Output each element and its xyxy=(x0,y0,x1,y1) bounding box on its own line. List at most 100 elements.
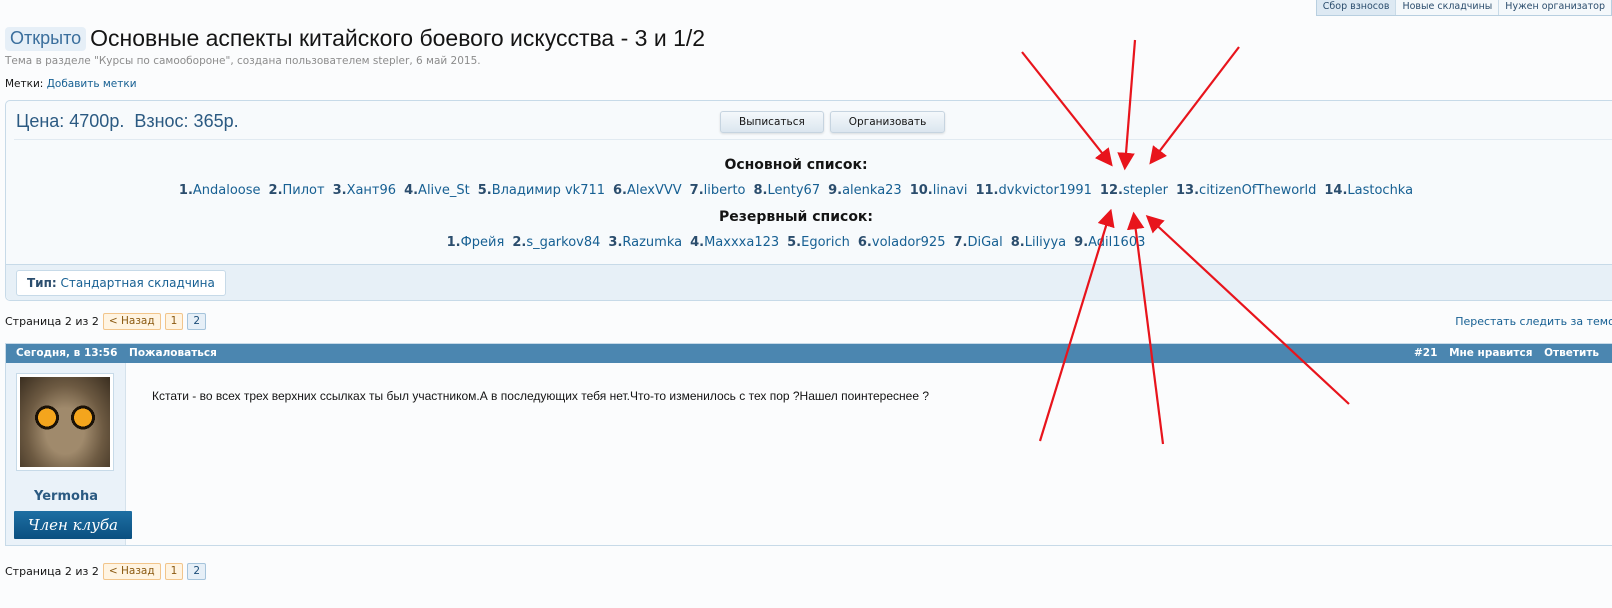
reserve-member-link[interactable]: Maxxxa123 xyxy=(704,235,779,250)
page-title: Основные аспекты китайского боевого иску… xyxy=(90,25,706,51)
thread-meta: Тема в разделе "Курсы по самообороне", с… xyxy=(5,55,481,67)
main-member-link[interactable]: Владимир vk711 xyxy=(492,183,605,198)
avatar[interactable] xyxy=(16,373,114,471)
type-value[interactable]: Стандартная складчина xyxy=(61,276,215,290)
username[interactable]: Yermoha xyxy=(6,489,126,504)
main-member-number: 2. xyxy=(268,183,283,198)
page-2-button-bottom[interactable]: 2 xyxy=(187,563,206,580)
post-date[interactable]: Сегодня, в 13:56 xyxy=(16,347,117,359)
owl-avatar-image xyxy=(20,377,110,467)
reserve-member: 2.s_garkov84 xyxy=(512,235,600,250)
reserve-member-number: 6. xyxy=(857,235,872,250)
main-member-link[interactable]: AlexVVV xyxy=(627,183,682,198)
reserve-member-link[interactable]: s_garkov84 xyxy=(526,235,600,250)
main-member: 12.stepler xyxy=(1100,183,1168,198)
main-member: 9.alenka23 xyxy=(828,183,902,198)
page-1-button-bottom[interactable]: 1 xyxy=(164,563,184,580)
reserve-member-number: 1. xyxy=(446,235,461,250)
main-member-link[interactable]: citizenOfTheworld xyxy=(1199,183,1316,198)
reserve-member-number: 3. xyxy=(608,235,623,250)
reply-link[interactable]: Ответить xyxy=(1544,347,1599,359)
main-member-link[interactable]: Andaloose xyxy=(193,183,261,198)
organize-button[interactable]: Организовать xyxy=(829,111,946,133)
main-member: 11.dvkvictor1991 xyxy=(975,183,1091,198)
status-prefix[interactable]: Открыто xyxy=(5,26,87,51)
main-member-number: 13. xyxy=(1176,183,1200,198)
reserve-member-number: 9. xyxy=(1074,235,1089,250)
main-member-link[interactable]: dvkvictor1991 xyxy=(999,183,1092,198)
main-member-number: 12. xyxy=(1099,183,1123,198)
main-member: 1.Andaloose xyxy=(179,183,261,198)
main-member-link[interactable]: linavi xyxy=(933,183,968,198)
reserve-member-link[interactable]: Adil1603 xyxy=(1088,235,1145,250)
prev-page-button[interactable]: < Назад xyxy=(102,313,161,330)
reserve-member-link[interactable]: DiGal xyxy=(967,235,1002,250)
user-pane: Yermoha Член клуба xyxy=(6,363,132,545)
reserve-member-number: 5. xyxy=(787,235,802,250)
thread-title-row: Открыто Основные аспекты китайского боев… xyxy=(5,25,705,52)
main-member-link[interactable]: Lastochka xyxy=(1347,183,1413,198)
reserve-member: 9.Adil1603 xyxy=(1074,235,1145,250)
main-member-number: 6. xyxy=(613,183,627,198)
post-header-bar: Сегодня, в 13:56 Пожаловаться #21 Мне нр… xyxy=(6,344,1612,363)
main-member: 2.Пилот xyxy=(269,183,325,198)
post-number[interactable]: #21 xyxy=(1414,347,1437,359)
type-label: Тип: xyxy=(27,276,57,290)
main-member-number: 8. xyxy=(753,183,768,198)
main-member: 14.Lastochka xyxy=(1324,183,1413,198)
main-member-number: 11. xyxy=(975,183,999,198)
reserve-member-link[interactable]: Egorich xyxy=(801,235,850,250)
reserve-member-link[interactable]: Фрейя xyxy=(461,235,505,250)
main-member-list: 1.Andaloose 2.Пилот 3.Хант96 4.Alive_St 5.Вл… xyxy=(6,183,1586,198)
reserve-member: 5.Egorich xyxy=(787,235,850,250)
page-1-button[interactable]: 1 xyxy=(164,313,184,330)
divider xyxy=(14,139,1612,140)
main-member-link[interactable]: alenka23 xyxy=(842,183,902,198)
main-member-link[interactable]: Lenty67 xyxy=(768,183,821,198)
reserve-member-link[interactable]: Liliyya xyxy=(1025,235,1066,250)
tab-collect-fees[interactable]: Сбор взносов xyxy=(1316,0,1396,15)
main-member: 3.Хант96 xyxy=(333,183,396,198)
main-member-link[interactable]: liberto xyxy=(704,183,746,198)
unsubscribe-button[interactable]: Выписаться xyxy=(720,111,824,133)
report-link[interactable]: Пожаловаться xyxy=(129,347,217,359)
pagination-bottom: Страница 2 из 2 < Назад 1 2 xyxy=(5,563,206,580)
main-member-link[interactable]: Alive_St xyxy=(418,183,470,198)
page-label-bottom: Страница 2 из 2 xyxy=(5,565,99,578)
main-member-number: 10. xyxy=(909,183,933,198)
prev-page-button-bottom[interactable]: < Назад xyxy=(102,563,161,580)
main-member-number: 14. xyxy=(1324,183,1348,198)
reserve-list-title: Резервный список: xyxy=(718,209,874,225)
reserve-member: 1.Фрейя xyxy=(447,235,505,250)
post-message: Кстати - во всех трех верхних ссылках ты… xyxy=(152,389,929,403)
main-list-title: Основной список: xyxy=(724,157,868,173)
reserve-member-link[interactable]: Razumka xyxy=(622,235,682,250)
unwatch-thread-link[interactable]: Перестать следить за темой xyxy=(1455,315,1612,328)
main-member-link[interactable]: stepler xyxy=(1123,183,1168,198)
tab-new-groupbuys[interactable]: Новые складчины xyxy=(1395,0,1498,15)
reserve-member-number: 7. xyxy=(953,235,968,250)
post: Сегодня, в 13:56 Пожаловаться #21 Мне нр… xyxy=(5,343,1612,546)
main-member: 7.liberto xyxy=(690,183,746,198)
tags-row: Метки: Добавить метки xyxy=(5,78,137,90)
tab-need-organizer[interactable]: Нужен организатор xyxy=(1498,0,1611,15)
main-member-number: 7. xyxy=(689,183,704,198)
main-member: 8.Lenty67 xyxy=(754,183,821,198)
main-member-number: 5. xyxy=(477,183,492,198)
price-value: Цена: 4700р. xyxy=(16,111,125,131)
main-member: 6.AlexVVV xyxy=(613,183,682,198)
page-2-button[interactable]: 2 xyxy=(187,313,206,330)
reserve-member: 3.Razumka xyxy=(608,235,682,250)
main-member: 10.linavi xyxy=(910,183,968,198)
reserve-member: 4.Maxxxa123 xyxy=(690,235,779,250)
like-link[interactable]: Мне нравится xyxy=(1449,347,1532,359)
reserve-member-list: 1.Фрейя 2.s_garkov84 3.Razumka 4.Maxxxa123 5… xyxy=(6,235,1586,250)
top-tabs: Сбор взносов Новые складчины Нужен орган… xyxy=(1315,0,1612,16)
main-member-link[interactable]: Пилот xyxy=(283,183,325,198)
add-tags-link[interactable]: Добавить метки xyxy=(47,78,137,90)
reserve-member-link[interactable]: volador925 xyxy=(872,235,946,250)
reserve-member: 6.volador925 xyxy=(858,235,946,250)
main-member-number: 9. xyxy=(828,183,843,198)
main-member-link[interactable]: Хант96 xyxy=(347,183,397,198)
main-member-number: 3. xyxy=(332,183,347,198)
